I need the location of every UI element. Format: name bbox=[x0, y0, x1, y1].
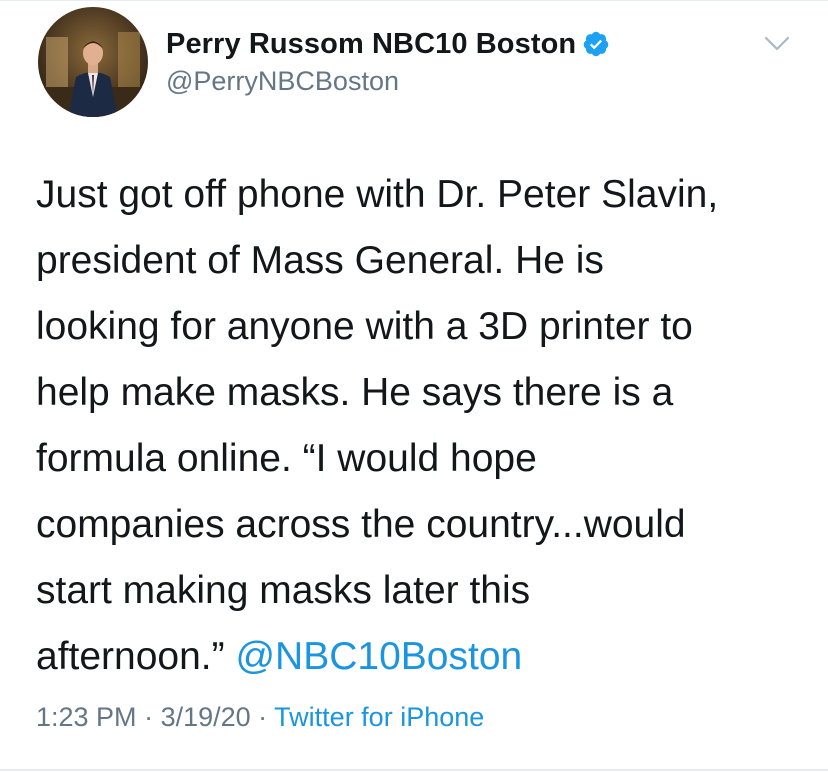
chevron-down-icon[interactable] bbox=[762, 32, 792, 56]
tweet-line: Just got off phone with Dr. Peter Slavin… bbox=[36, 173, 719, 216]
tweet-line: formula online. “I would hope bbox=[36, 437, 537, 480]
tweet-source-link[interactable]: Twitter for iPhone bbox=[274, 702, 484, 732]
meta-separator: · bbox=[250, 702, 275, 732]
tweet-line: looking for anyone with a 3D printer to bbox=[36, 305, 693, 348]
tweet-line: help make masks. He says there is a bbox=[36, 371, 674, 414]
avatar[interactable] bbox=[38, 7, 148, 117]
tweet-line-last: afternoon.” @NBC10Boston bbox=[36, 624, 806, 690]
author-handle[interactable]: @PerryNBCBoston bbox=[166, 66, 399, 97]
meta-separator: · bbox=[136, 702, 161, 732]
bottom-divider bbox=[0, 769, 828, 771]
tweet-meta: 1:23 PM · 3/19/20 · Twitter for iPhone bbox=[36, 702, 484, 733]
tweet-line-text: afternoon.” bbox=[36, 635, 236, 678]
tweet-text: Just got off phone with Dr. Peter Slavin… bbox=[36, 162, 806, 690]
top-divider bbox=[0, 0, 828, 1]
tweet-line: start making masks later this bbox=[36, 569, 531, 612]
verified-badge-icon bbox=[582, 30, 610, 58]
tweet-line: president of Mass General. He is bbox=[36, 239, 604, 282]
author-name-row[interactable]: Perry Russom NBC10 Boston bbox=[166, 24, 610, 64]
mention-link[interactable]: @NBC10Boston bbox=[235, 635, 522, 678]
display-name[interactable]: Perry Russom NBC10 Boston bbox=[166, 28, 576, 61]
tweet-line: companies across the country...would bbox=[36, 503, 686, 546]
tweet-time[interactable]: 1:23 PM bbox=[36, 702, 137, 732]
tweet-date[interactable]: 3/19/20 bbox=[161, 702, 251, 732]
